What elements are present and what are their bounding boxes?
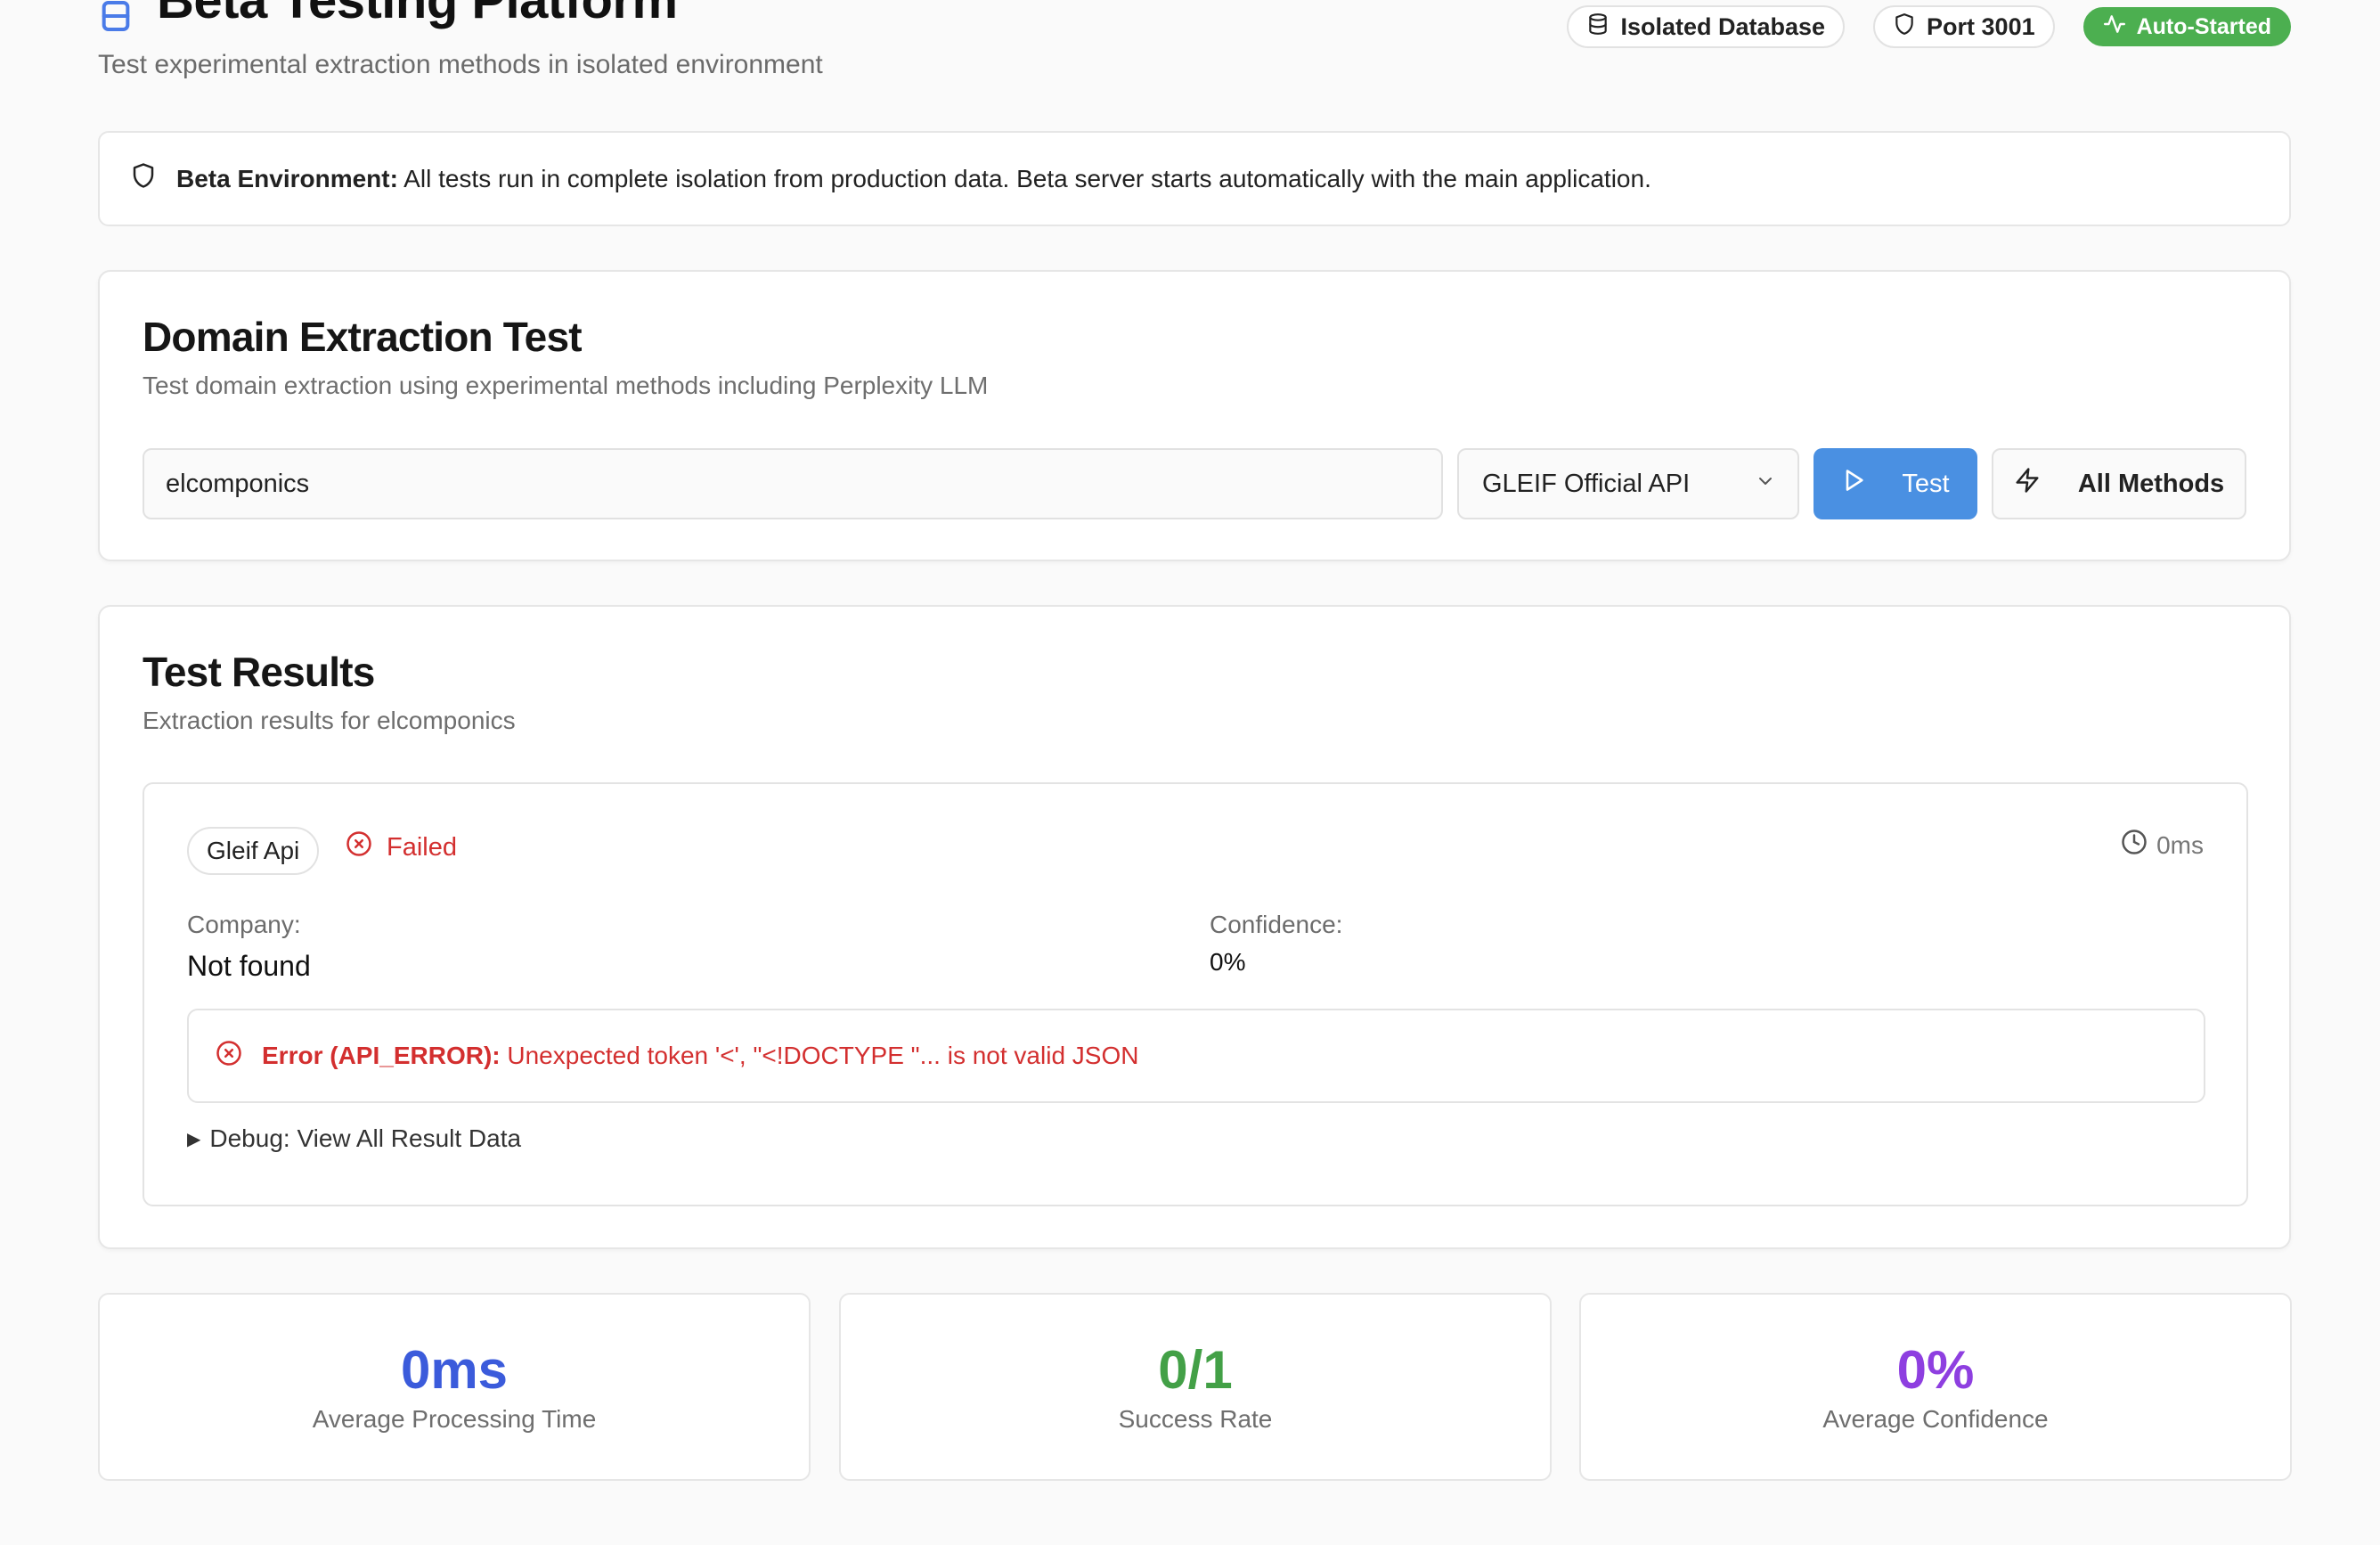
badge-label: Port 3001 — [1927, 12, 2035, 40]
isolated-database-badge: Isolated Database — [1567, 5, 1846, 48]
all-methods-button[interactable]: All Methods — [1992, 448, 2246, 519]
card-title: Domain Extraction Test — [143, 314, 583, 360]
company-label: Company: — [187, 911, 301, 938]
result-item: Gleif Api Failed 0ms Company: Not found … — [143, 782, 2248, 1206]
beta-environment-alert: Beta Environment: All tests run in compl… — [98, 131, 2291, 226]
stat-value: 0% — [1896, 1339, 1975, 1400]
alert-strong: Beta Environment: — [176, 164, 398, 192]
database-icon — [1586, 12, 1610, 42]
time-value: 0ms — [2156, 830, 2204, 859]
company-value: Not found — [187, 950, 311, 982]
stat-average-confidence: 0% Average Confidence — [1579, 1293, 2292, 1481]
shield-icon — [1893, 12, 1916, 42]
stat-average-processing-time: 0ms Average Processing Time — [98, 1293, 811, 1481]
processing-time: 0ms — [2121, 829, 2204, 862]
card-description: Extraction results for elcomponics — [143, 707, 516, 734]
extraction-controls: GLEIF Official API Test All Methods — [143, 448, 2246, 521]
method-select[interactable]: GLEIF Official API — [1457, 448, 1799, 519]
alert-text: Beta Environment: All tests run in compl… — [176, 165, 1651, 193]
header: Beta Testing Platform Test experimental … — [98, 0, 2291, 84]
page-subtitle: Test experimental extraction methods in … — [98, 50, 823, 79]
error-text: Error (API_ERROR): Unexpected token '<',… — [262, 1042, 1138, 1070]
badge-label: Auto-Started — [2136, 13, 2271, 39]
stat-value: 0ms — [400, 1339, 509, 1400]
error-code: Error (API_ERROR): — [262, 1042, 501, 1069]
page-title: Beta Testing Platform — [157, 0, 678, 29]
auto-started-badge: Auto-Started — [2082, 7, 2291, 46]
flask-icon — [98, 0, 134, 34]
method-select-value: GLEIF Official API — [1482, 469, 1691, 498]
domain-extraction-card: Domain Extraction Test Test domain extra… — [98, 270, 2291, 561]
debug-label: Debug: View All Result Data — [209, 1124, 522, 1152]
stat-value: 0/1 — [1158, 1339, 1233, 1400]
stat-success-rate: 0/1 Success Rate — [839, 1293, 1552, 1481]
x-circle-icon — [346, 830, 372, 864]
test-results-card: Test Results Extraction results for elco… — [98, 605, 2291, 1249]
port-badge: Port 3001 — [1873, 5, 2055, 48]
x-circle-icon — [216, 1040, 242, 1073]
error-detail: Unexpected token '<', "<!DOCTYPE "... is… — [507, 1042, 1139, 1069]
page: Beta Testing Platform Test experimental … — [0, 0, 2380, 1545]
confidence-value: 0% — [1210, 948, 1246, 976]
confidence-label: Confidence: — [1210, 911, 1343, 938]
method-badge: Gleif Api — [187, 827, 320, 875]
card-title: Test Results — [143, 649, 375, 695]
chevron-down-icon — [1755, 470, 1776, 499]
play-icon — [1841, 468, 1866, 500]
activity-icon — [2103, 12, 2126, 42]
badge-label: Isolated Database — [1620, 12, 1826, 40]
all-methods-label: All Methods — [2077, 469, 2225, 498]
shield-icon — [130, 162, 157, 195]
status-badge: Failed — [346, 830, 457, 864]
stat-label: Average Confidence — [1822, 1404, 2049, 1433]
alert-body: All tests run in complete isolation from… — [403, 164, 1651, 192]
clock-icon — [2121, 829, 2148, 862]
triangle-right-icon: ▶ — [187, 1129, 201, 1149]
badge-group: Isolated Database Port 3001 Auto-Started — [1567, 5, 2291, 48]
zap-icon — [2014, 467, 2041, 501]
test-button-label: Test — [1902, 469, 1950, 498]
status-label: Failed — [387, 832, 457, 862]
debug-toggle[interactable]: ▶ Debug: View All Result Data — [187, 1124, 521, 1153]
stat-label: Average Processing Time — [312, 1404, 597, 1433]
domain-input[interactable] — [143, 448, 1443, 519]
test-button[interactable]: Test — [1814, 448, 1977, 519]
error-message: Error (API_ERROR): Unexpected token '<',… — [187, 1009, 2205, 1103]
card-description: Test domain extraction using experimenta… — [143, 372, 989, 399]
stat-label: Success Rate — [1118, 1404, 1273, 1433]
